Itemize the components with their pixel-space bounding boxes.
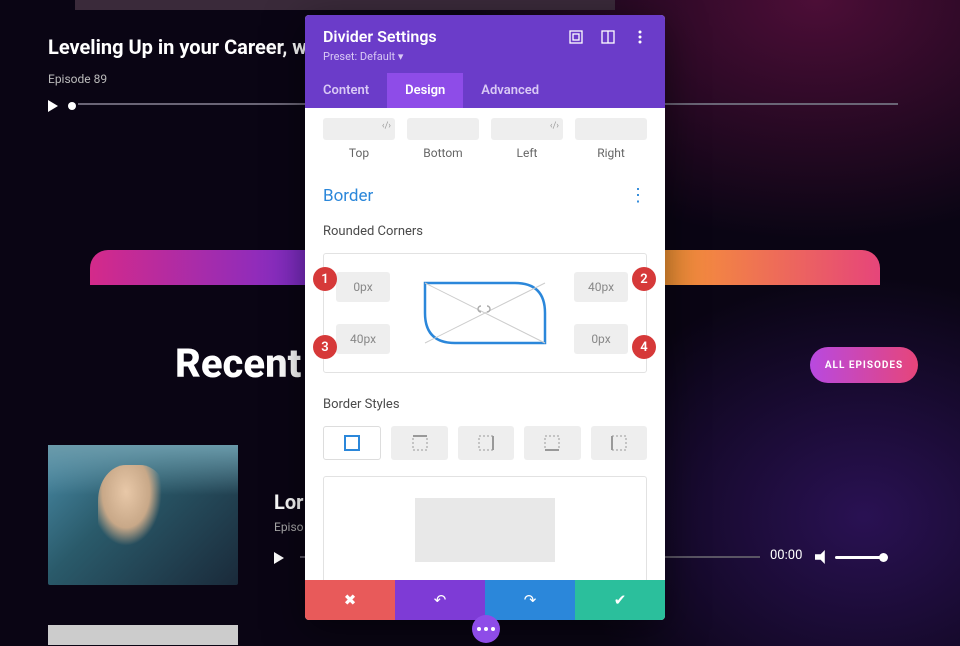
episode-thumbnail[interactable] <box>48 445 238 585</box>
volume-control[interactable] <box>815 550 885 564</box>
career-title: Leveling Up in your Career, w <box>48 35 307 59</box>
corner-tl-input[interactable]: 0px <box>336 272 390 302</box>
border-style-all[interactable] <box>323 426 381 460</box>
episode-thumbnail-2[interactable] <box>48 625 238 645</box>
panel-header: Divider Settings Preset: Default ▾ <box>305 15 665 73</box>
tab-design[interactable]: Design <box>387 73 463 108</box>
rounded-corners-control: 0px 40px 40px 0px <box>323 253 647 373</box>
volume-icon[interactable] <box>815 550 829 564</box>
border-style-bottom[interactable] <box>524 426 580 460</box>
spacing-bottom-label: Bottom <box>407 146 479 160</box>
volume-thumb[interactable] <box>879 553 888 562</box>
spacing-bottom-input[interactable] <box>407 118 479 140</box>
corner-bl-input[interactable]: 40px <box>336 324 390 354</box>
annotation-badge-2: 2 <box>632 267 656 291</box>
menu-dots-icon[interactable] <box>633 30 647 44</box>
corner-shape-preview <box>410 278 560 348</box>
recent-heading: Recent <box>175 340 301 387</box>
expand-icon[interactable] <box>569 30 583 44</box>
spacing-right-input[interactable] <box>575 118 647 140</box>
more-options-button[interactable] <box>472 615 500 643</box>
border-preview <box>323 476 647 580</box>
volume-track[interactable] <box>835 556 885 559</box>
spacing-inputs: ‹/› Top Bottom ‹/› Left Right <box>323 108 647 160</box>
spacing-top-input[interactable]: ‹/› <box>323 118 395 140</box>
time-display: 00:00 <box>770 548 802 563</box>
play-controls-2 <box>274 552 284 564</box>
play-icon[interactable] <box>274 552 284 564</box>
tab-advanced[interactable]: Advanced <box>463 73 557 108</box>
panel-body: ‹/› Top Bottom ‹/› Left Right Border ⋮ Rou… <box>305 108 665 580</box>
tab-content[interactable]: Content <box>305 73 387 108</box>
video-thumb-top <box>75 0 615 10</box>
annotation-badge-4: 4 <box>632 335 656 359</box>
corner-tr-input[interactable]: 40px <box>574 272 628 302</box>
border-styles-label: Border Styles <box>323 397 647 412</box>
columns-icon[interactable] <box>601 30 615 44</box>
corner-br-input[interactable]: 0px <box>574 324 628 354</box>
undo-button[interactable]: ↶ <box>395 580 485 620</box>
progress-thumb-1[interactable] <box>68 102 76 110</box>
annotation-badge-1: 1 <box>313 267 337 291</box>
code-icon: ‹/› <box>382 121 391 131</box>
episode2-title: Lor <box>274 490 303 514</box>
preset-dropdown[interactable]: Preset: Default ▾ <box>323 50 647 63</box>
border-style-right[interactable] <box>458 426 514 460</box>
cancel-button[interactable]: ✖ <box>305 580 395 620</box>
border-preview-inner <box>415 498 555 562</box>
all-episodes-button[interactable]: ALL EPISODES <box>810 347 918 383</box>
panel-title: Divider Settings <box>323 27 437 46</box>
settings-panel: Divider Settings Preset: Default ▾ Conte… <box>305 15 665 620</box>
spacing-left-input[interactable]: ‹/› <box>491 118 563 140</box>
redo-button[interactable]: ↷ <box>485 580 575 620</box>
rounded-corners-label: Rounded Corners <box>323 224 647 239</box>
annotation-badge-3: 3 <box>313 335 337 359</box>
spacing-right-label: Right <box>575 146 647 160</box>
save-button[interactable]: ✔ <box>575 580 665 620</box>
border-section-title[interactable]: Border ⋮ <box>323 185 647 206</box>
spacing-left-label: Left <box>491 146 563 160</box>
panel-tabs: Content Design Advanced <box>305 73 665 108</box>
border-style-left[interactable] <box>591 426 647 460</box>
section-menu-icon[interactable]: ⋮ <box>629 185 647 206</box>
play-icon[interactable] <box>48 100 58 112</box>
panel-footer: ✖ ↶ ↷ ✔ <box>305 580 665 620</box>
code-icon: ‹/› <box>550 121 559 131</box>
border-style-top[interactable] <box>391 426 447 460</box>
border-style-buttons <box>323 426 647 460</box>
episode2-subtitle: Episo <box>274 520 304 534</box>
spacing-top-label: Top <box>323 146 395 160</box>
play-controls-1 <box>48 100 76 112</box>
career-subtitle: Episode 89 <box>48 72 107 86</box>
